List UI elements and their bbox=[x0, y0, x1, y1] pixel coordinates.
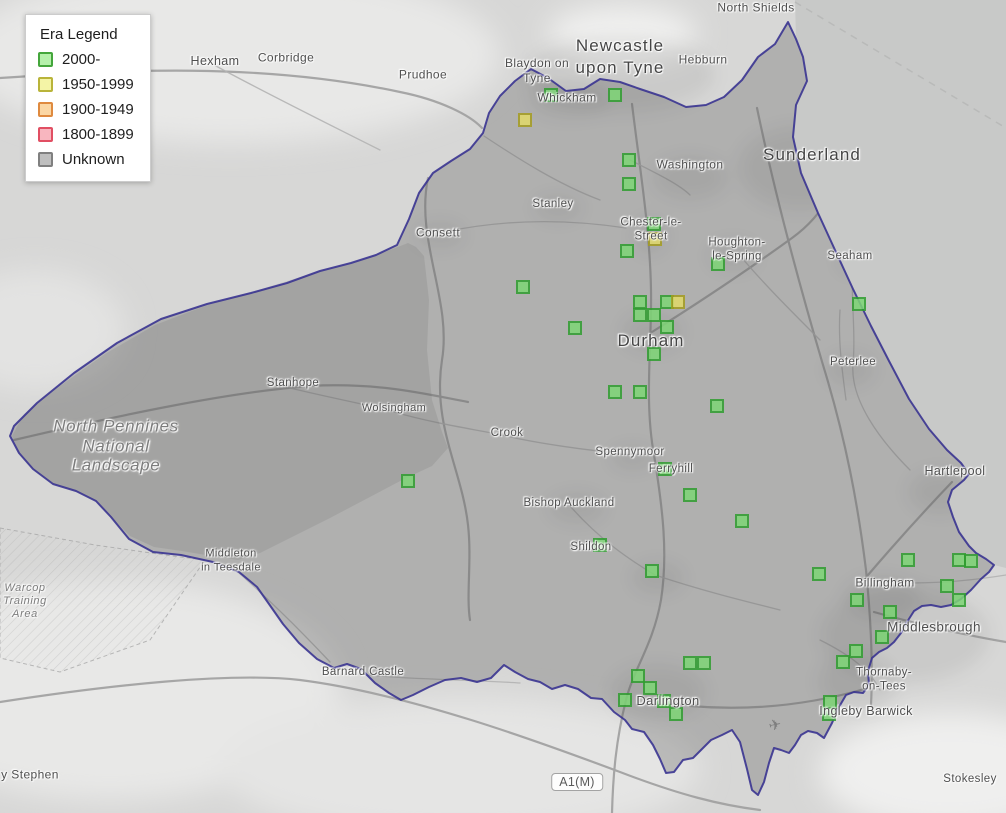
era-marker-2000[interactable] bbox=[633, 295, 647, 309]
map-canvas[interactable]: Newcastle upon Tyne Sunderland Durham North … bbox=[0, 0, 1006, 813]
era-marker-2000[interactable] bbox=[940, 579, 954, 593]
era-marker-2000[interactable] bbox=[710, 399, 724, 413]
era-marker-2000[interactable] bbox=[669, 707, 683, 721]
era-marker-2000[interactable] bbox=[544, 88, 558, 102]
legend-item-2000: 2000- bbox=[38, 51, 134, 68]
era-marker-2000[interactable] bbox=[711, 257, 725, 271]
era-marker-2000[interactable] bbox=[568, 321, 582, 335]
era-marker-2000[interactable] bbox=[647, 217, 661, 231]
era-marker-2000[interactable] bbox=[850, 593, 864, 607]
era-marker-2000[interactable] bbox=[883, 605, 897, 619]
era-marker-2000[interactable] bbox=[622, 153, 636, 167]
era-marker-2000[interactable] bbox=[633, 308, 647, 322]
era-marker-2000[interactable] bbox=[658, 462, 672, 476]
era-marker-2000[interactable] bbox=[647, 308, 661, 322]
legend-swatch-unknown bbox=[38, 152, 53, 167]
era-marker-2000[interactable] bbox=[608, 88, 622, 102]
legend-label-2000: 2000- bbox=[62, 51, 101, 68]
era-marker-2000[interactable] bbox=[620, 244, 634, 258]
era-marker-2000[interactable] bbox=[875, 630, 889, 644]
era-legend: Era Legend 2000- 1950-1999 1900-1949 1800-1… bbox=[25, 14, 151, 182]
legend-item-unknown: Unknown bbox=[38, 151, 134, 168]
era-marker-2000[interactable] bbox=[697, 656, 711, 670]
legend-label-unknown: Unknown bbox=[62, 151, 125, 168]
era-marker-2000[interactable] bbox=[849, 644, 863, 658]
legend-swatch-2000 bbox=[38, 52, 53, 67]
era-marker-2000[interactable] bbox=[633, 385, 647, 399]
era-marker-2000[interactable] bbox=[657, 694, 671, 708]
era-marker-2000[interactable] bbox=[608, 385, 622, 399]
era-marker-2000[interactable] bbox=[401, 474, 415, 488]
legend-label-1900: 1900-1949 bbox=[62, 101, 134, 118]
era-marker-2000[interactable] bbox=[622, 177, 636, 191]
legend-item-1900: 1900-1949 bbox=[38, 101, 134, 118]
era-marker-1950[interactable] bbox=[518, 113, 532, 127]
era-marker-2000[interactable] bbox=[593, 538, 607, 552]
era-marker-2000[interactable] bbox=[812, 567, 826, 581]
era-marker-2000[interactable] bbox=[822, 707, 836, 721]
era-marker-1950[interactable] bbox=[648, 232, 662, 246]
era-marker-2000[interactable] bbox=[852, 297, 866, 311]
era-marker-2000[interactable] bbox=[964, 554, 978, 568]
era-marker-2000[interactable] bbox=[735, 514, 749, 528]
era-marker-2000[interactable] bbox=[647, 347, 661, 361]
era-marker-2000[interactable] bbox=[836, 655, 850, 669]
era-marker-2000[interactable] bbox=[618, 693, 632, 707]
legend-items: 2000- 1950-1999 1900-1949 1800-1899 Unknown bbox=[38, 51, 134, 168]
legend-title: Era Legend bbox=[40, 26, 118, 43]
era-marker-2000[interactable] bbox=[645, 564, 659, 578]
era-marker-2000[interactable] bbox=[952, 593, 966, 607]
legend-item-1950: 1950-1999 bbox=[38, 76, 134, 93]
legend-item-1800: 1800-1899 bbox=[38, 126, 134, 143]
legend-label-1800: 1800-1899 bbox=[62, 126, 134, 143]
legend-swatch-1950 bbox=[38, 77, 53, 92]
era-marker-2000[interactable] bbox=[660, 320, 674, 334]
era-marker-1950[interactable] bbox=[671, 295, 685, 309]
era-marker-2000[interactable] bbox=[516, 280, 530, 294]
era-marker-2000[interactable] bbox=[643, 681, 657, 695]
era-marker-2000[interactable] bbox=[683, 488, 697, 502]
road-badge-a1m: A1(M) bbox=[551, 773, 603, 791]
era-marker-2000[interactable] bbox=[901, 553, 915, 567]
era-marker-2000[interactable] bbox=[683, 656, 697, 670]
legend-label-1950: 1950-1999 bbox=[62, 76, 134, 93]
legend-swatch-1800 bbox=[38, 127, 53, 142]
basemap-tiles bbox=[0, 0, 1006, 813]
legend-swatch-1900 bbox=[38, 102, 53, 117]
